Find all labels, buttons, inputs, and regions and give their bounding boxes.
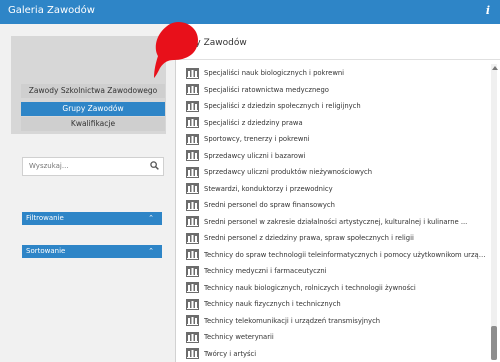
group-building-icon — [186, 331, 199, 343]
nav-box: Zawody Szkolnictwa Zawodowego Grupy Zawo… — [11, 36, 166, 134]
list-item[interactable]: Sprzedawcy uliczni produktów nieżywności… — [186, 164, 486, 181]
list-item[interactable]: Stewardzi, konduktorzy i przewodnicy — [186, 181, 486, 198]
list-item[interactable]: Średni personel w zakresie działalności … — [186, 214, 486, 231]
list-item-label: Twórcy i artyści — [204, 349, 257, 358]
list-item-label: Technicy medyczni i farmaceutyczni — [204, 267, 327, 276]
group-building-icon — [186, 216, 199, 228]
list-item[interactable]: Technicy weterynarii — [186, 329, 486, 346]
scrollbar-thumb[interactable] — [491, 326, 497, 360]
list-item[interactable]: Średni personel z dziedziny prawa, spraw… — [186, 230, 486, 247]
group-building-icon — [186, 298, 199, 310]
group-building-icon — [186, 348, 199, 360]
chevron-up-icon: ⌃ — [148, 247, 154, 255]
list-item-label: Specjaliści ratownictwa medycznego — [204, 85, 329, 94]
list-item[interactable]: Technicy do spraw technologii teleinform… — [186, 247, 486, 264]
scrollbar[interactable] — [491, 64, 497, 360]
group-building-icon — [186, 265, 199, 277]
list-item-label: Sprzedawcy uliczni produktów nieżywności… — [204, 168, 373, 177]
group-list: Specjaliści nauk biologicznych i pokrewn… — [186, 65, 486, 362]
list-item-label: Technicy nauk fizycznych i technicznych — [204, 300, 341, 309]
list-item-label: Technicy telekomunikacji i urządzeń tran… — [204, 316, 381, 325]
search-icon[interactable] — [150, 161, 159, 170]
list-item-label: Średni personel do spraw finansowych — [204, 201, 335, 210]
list-item[interactable]: Technicy medyczni i farmaceutyczni — [186, 263, 486, 280]
group-building-icon — [186, 117, 199, 129]
filter-label: Filtrowanie — [26, 214, 64, 222]
list-item[interactable]: Technicy nauk biologicznych, rolniczych … — [186, 280, 486, 297]
app-title: Galeria Zawodów — [8, 5, 95, 16]
list-item[interactable]: Twórcy i artyści — [186, 346, 486, 362]
group-building-icon — [186, 100, 199, 112]
search-box — [22, 157, 164, 176]
pointer-marker — [154, 21, 198, 78]
group-building-icon — [186, 199, 199, 211]
nav-zawody-szkolnictwa-button[interactable]: Zawody Szkolnictwa Zawodowego — [21, 84, 165, 98]
search-input[interactable] — [23, 158, 147, 173]
list-item-label: Technicy weterynarii — [204, 333, 274, 342]
scroll-up-arrow-icon[interactable] — [492, 66, 498, 70]
list-item[interactable]: Specjaliści z dziedzin społecznych i rel… — [186, 98, 486, 115]
nav-grupy-zawodow-button[interactable]: Grupy Zawodów — [21, 102, 165, 116]
group-building-icon — [186, 183, 199, 195]
group-building-icon — [186, 249, 199, 261]
group-building-icon — [186, 282, 199, 294]
list-item-label: Sportowcy, trenerzy i pokrewni — [204, 135, 310, 144]
list-item-label: Średni personel w zakresie działalności … — [204, 217, 468, 226]
list-item[interactable]: Sportowcy, trenerzy i pokrewni — [186, 131, 486, 148]
group-building-icon — [186, 166, 199, 178]
nav-kwalifikacje-button[interactable]: Kwalifikacje — [21, 117, 165, 131]
list-item-label: Stewardzi, konduktorzy i przewodnicy — [204, 184, 333, 193]
list-item[interactable]: Technicy telekomunikacji i urządzeń tran… — [186, 313, 486, 330]
list-item[interactable]: Specjaliści z dziedziny prawa — [186, 115, 486, 132]
chevron-up-icon: ⌃ — [148, 214, 154, 222]
group-building-icon — [186, 315, 199, 327]
main-panel: upy Zawodów Specjaliści nauk biologiczny… — [176, 24, 500, 362]
group-building-icon — [186, 150, 199, 162]
list-item-label: Technicy do spraw technologii teleinform… — [204, 250, 486, 259]
list-item[interactable]: Sprzedawcy uliczni i bazarowi — [186, 148, 486, 165]
list-item-label: Specjaliści z dziedziny prawa — [204, 118, 303, 127]
list-item[interactable]: Technicy nauk fizycznych i technicznych — [186, 296, 486, 313]
list-item-label: Technicy nauk biologicznych, rolniczych … — [204, 283, 416, 292]
info-icon[interactable]: i — [486, 4, 490, 17]
list-item-label: Specjaliści z dziedzin społecznych i rel… — [204, 102, 361, 111]
divider — [176, 59, 500, 60]
group-building-icon — [186, 84, 199, 96]
list-item-label: Średni personel z dziedziny prawa, spraw… — [204, 234, 414, 243]
sort-accordion[interactable]: Sortowanie ⌃ — [22, 245, 162, 258]
list-item[interactable]: Średni personel do spraw finansowych — [186, 197, 486, 214]
list-item[interactable]: Specjaliści nauk biologicznych i pokrewn… — [186, 65, 486, 82]
list-item-label: Sprzedawcy uliczni i bazarowi — [204, 151, 306, 160]
title-bar: Galeria Zawodów i — [0, 0, 500, 24]
group-building-icon — [186, 133, 199, 145]
filter-accordion[interactable]: Filtrowanie ⌃ — [22, 212, 162, 225]
group-building-icon — [186, 232, 199, 244]
sort-label: Sortowanie — [26, 247, 66, 255]
list-item[interactable]: Specjaliści ratownictwa medycznego — [186, 82, 486, 99]
list-item-label: Specjaliści nauk biologicznych i pokrewn… — [204, 69, 345, 78]
